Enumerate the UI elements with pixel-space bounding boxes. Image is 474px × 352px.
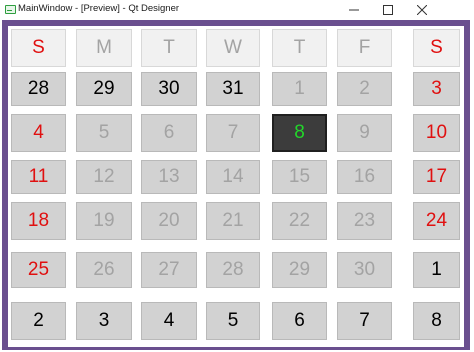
day-button[interactable]: 14 bbox=[206, 160, 260, 194]
day-button[interactable]: 27 bbox=[141, 252, 197, 288]
day-button[interactable]: 31 bbox=[206, 72, 260, 106]
close-icon bbox=[417, 5, 427, 15]
weekday-header: M bbox=[76, 29, 132, 67]
day-button[interactable]: 3 bbox=[76, 302, 132, 340]
day-button[interactable]: 29 bbox=[76, 72, 132, 106]
close-button[interactable] bbox=[405, 0, 439, 20]
day-button[interactable]: 7 bbox=[337, 302, 392, 340]
day-button[interactable]: 22 bbox=[272, 202, 327, 240]
day-button-selected[interactable]: 8 bbox=[272, 114, 327, 152]
day-button[interactable]: 11 bbox=[11, 160, 66, 194]
qt-designer-icon bbox=[5, 5, 16, 14]
day-button[interactable]: 18 bbox=[11, 202, 66, 240]
weekday-header: S bbox=[413, 29, 460, 67]
day-button[interactable]: 4 bbox=[11, 114, 66, 152]
day-button[interactable]: 9 bbox=[337, 114, 392, 152]
weekday-header: T bbox=[141, 29, 197, 67]
day-button[interactable]: 25 bbox=[11, 252, 66, 288]
day-button[interactable]: 29 bbox=[272, 252, 327, 288]
day-button[interactable]: 3 bbox=[413, 72, 460, 106]
day-button[interactable]: 17 bbox=[413, 160, 460, 194]
day-button[interactable]: 19 bbox=[76, 202, 132, 240]
weekday-header: W bbox=[206, 29, 260, 67]
weekday-header: T bbox=[272, 29, 327, 67]
day-button[interactable]: 1 bbox=[272, 72, 327, 106]
day-button[interactable]: 15 bbox=[272, 160, 327, 194]
day-button[interactable]: 2 bbox=[11, 302, 66, 340]
day-button[interactable]: 7 bbox=[206, 114, 260, 152]
day-button[interactable]: 12 bbox=[76, 160, 132, 194]
day-button[interactable]: 6 bbox=[141, 114, 197, 152]
day-button[interactable]: 2 bbox=[337, 72, 392, 106]
day-button[interactable]: 30 bbox=[141, 72, 197, 106]
day-button[interactable]: 21 bbox=[206, 202, 260, 240]
weekday-header: S bbox=[11, 29, 66, 67]
day-button[interactable]: 6 bbox=[272, 302, 327, 340]
minimize-button[interactable] bbox=[337, 0, 371, 20]
day-button[interactable]: 28 bbox=[11, 72, 66, 106]
day-button[interactable]: 5 bbox=[76, 114, 132, 152]
minimize-icon bbox=[349, 5, 359, 15]
day-button[interactable]: 16 bbox=[337, 160, 392, 194]
maximize-icon bbox=[383, 5, 393, 15]
day-button[interactable]: 28 bbox=[206, 252, 260, 288]
maximize-button[interactable] bbox=[371, 0, 405, 20]
day-button[interactable]: 4 bbox=[141, 302, 197, 340]
day-button[interactable]: 8 bbox=[413, 302, 460, 340]
day-button[interactable]: 26 bbox=[76, 252, 132, 288]
title-bar: MainWindow - [Preview] - Qt Designer bbox=[0, 0, 474, 20]
day-button[interactable]: 1 bbox=[413, 252, 460, 288]
day-button[interactable]: 5 bbox=[206, 302, 260, 340]
day-button[interactable]: 30 bbox=[337, 252, 392, 288]
weekday-header: F bbox=[337, 29, 392, 67]
day-button[interactable]: 24 bbox=[413, 202, 460, 240]
day-button[interactable]: 20 bbox=[141, 202, 197, 240]
day-button[interactable]: 13 bbox=[141, 160, 197, 194]
day-button[interactable]: 23 bbox=[337, 202, 392, 240]
day-button[interactable]: 10 bbox=[413, 114, 460, 152]
window-title: MainWindow - [Preview] - Qt Designer bbox=[18, 3, 180, 14]
